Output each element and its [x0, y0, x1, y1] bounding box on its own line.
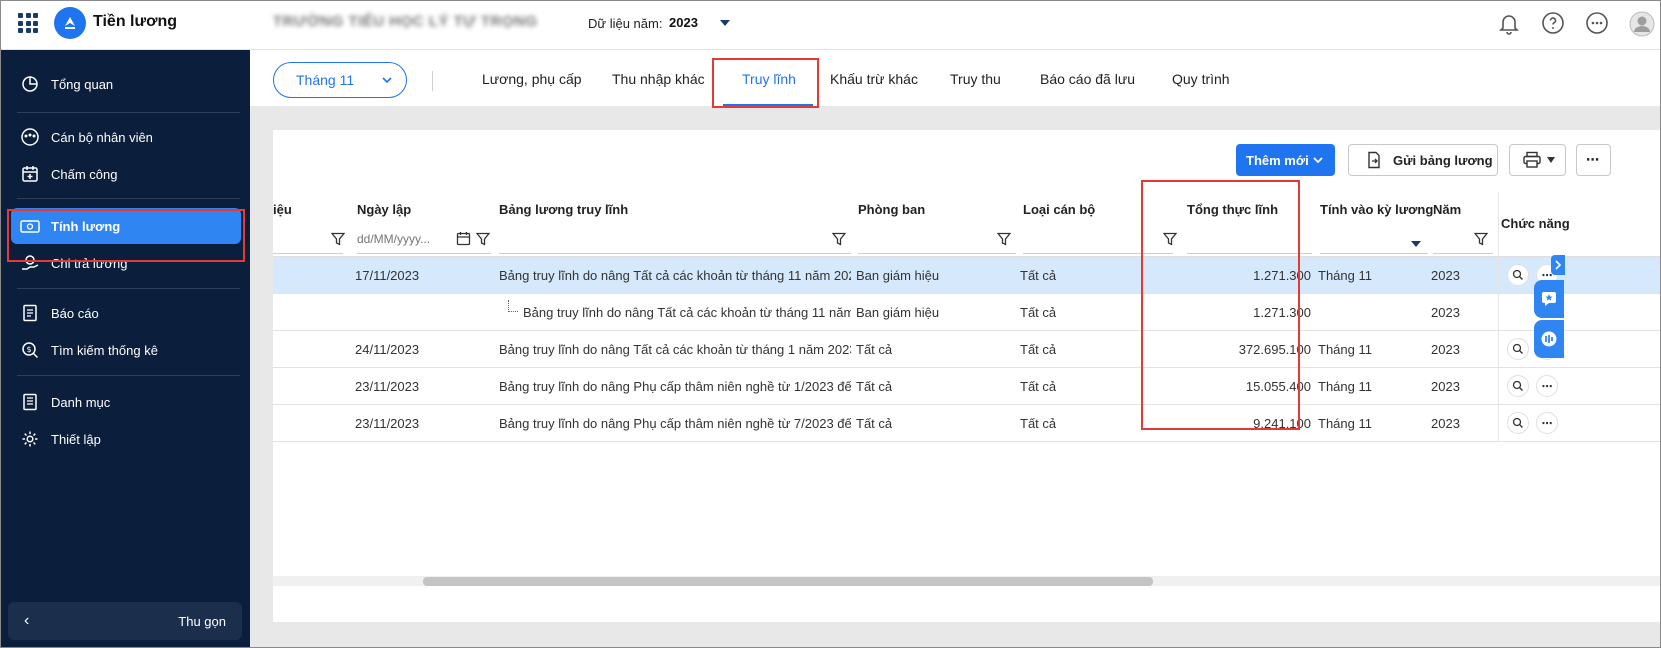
- table-row[interactable]: Bảng truy lĩnh do nâng Tất cả các khoản …: [273, 294, 1660, 331]
- list-icon: [19, 391, 41, 413]
- view-button[interactable]: [1507, 375, 1529, 397]
- sidebar-divider: [17, 288, 240, 289]
- table-row[interactable]: 17/11/2023 Bảng truy lĩnh do nâng Tất cả…: [273, 257, 1660, 294]
- table-row[interactable]: 23/11/2023 Bảng truy lĩnh do nâng Phụ cấ…: [273, 368, 1660, 405]
- tab-khau-tru-khac[interactable]: Khấu trừ khác: [830, 71, 918, 87]
- tab-separator: [432, 71, 433, 91]
- filter-icon[interactable]: [330, 232, 346, 249]
- view-button[interactable]: [1507, 264, 1529, 286]
- sidebar: Tổng quan Cán bộ nhân viên Chấm công Tín…: [1, 50, 250, 647]
- active-tab-highlight: [712, 58, 819, 108]
- sidebar-item-tong-quan[interactable]: Tổng quan: [11, 66, 241, 102]
- view-button[interactable]: [1507, 412, 1529, 434]
- print-button[interactable]: [1509, 144, 1566, 176]
- sidebar-divider: [17, 198, 240, 199]
- column-header-actions: Chức năng: [1501, 216, 1570, 231]
- filter-icon[interactable]: [996, 232, 1012, 249]
- tab-thu-nhap-khac[interactable]: Thu nhập khác: [612, 71, 705, 87]
- scrollbar-thumb[interactable]: [423, 577, 1153, 586]
- calendar-icon[interactable]: [456, 231, 471, 249]
- more-options-button[interactable]: ⋯: [1576, 144, 1611, 176]
- add-new-button[interactable]: Thêm mới: [1236, 144, 1335, 176]
- sidebar-item-danh-muc[interactable]: Danh mục: [11, 384, 241, 420]
- date-filter-input[interactable]: [357, 232, 447, 246]
- caret-down-icon[interactable]: [719, 16, 731, 31]
- table-panel: Thêm mới Gửi bảng lương ⋯ iệu Ngày lập B…: [273, 130, 1660, 622]
- caret-down-icon: [1546, 156, 1556, 164]
- sidebar-item-thiet-lap[interactable]: Thiết lập: [11, 421, 241, 457]
- bell-icon[interactable]: [1497, 11, 1521, 35]
- row-more-button[interactable]: ⋯: [1536, 412, 1558, 434]
- main-content: Tháng 11 Lương, phụ cấp Thu nhập khác Tr…: [250, 50, 1660, 647]
- calendar-plus-icon: [19, 163, 41, 185]
- sidebar-item-bao-cao[interactable]: Báo cáo: [11, 295, 241, 331]
- tab-truy-thu[interactable]: Truy thu: [950, 71, 1001, 87]
- sidebar-item-tim-kiem[interactable]: $ Tìm kiếm thống kê: [11, 332, 241, 368]
- sidebar-item-cham-cong[interactable]: Chấm công: [11, 156, 241, 192]
- column-header-dept: Phòng ban: [858, 202, 926, 217]
- table-row[interactable]: 23/11/2023 Bảng truy lĩnh do nâng Phụ cấ…: [273, 405, 1660, 442]
- sidebar-item-label: Chấm công: [51, 166, 118, 182]
- collapse-sidebar-button[interactable]: ‹ Thu gọn: [8, 602, 242, 640]
- printer-icon: [1522, 151, 1542, 169]
- app-grid-icon[interactable]: [18, 13, 38, 33]
- active-item-highlight: [7, 209, 245, 262]
- filter-icon[interactable]: [1473, 232, 1489, 249]
- sidebar-item-label: Cán bộ nhân viên: [51, 129, 153, 145]
- chevron-left-icon: ‹: [24, 612, 30, 629]
- filter-icon[interactable]: [831, 232, 847, 249]
- report-icon: [19, 302, 41, 324]
- sidebar-item-can-bo[interactable]: Cán bộ nhân viên: [11, 119, 241, 155]
- tab-bar: Tháng 11 Lương, phụ cấp Thu nhập khác Tr…: [250, 50, 1660, 108]
- send-payroll-button[interactable]: Gửi bảng lương: [1348, 144, 1498, 176]
- total-column-highlight: [1141, 180, 1300, 430]
- team-icon: [19, 126, 41, 148]
- column-divider: [1498, 192, 1499, 442]
- tree-connector: [508, 300, 518, 312]
- app-title: Tiền lương: [93, 13, 177, 30]
- sidebar-divider: [17, 112, 240, 113]
- row-more-button[interactable]: ⋯: [1536, 375, 1558, 397]
- tab-luong-phu-cap[interactable]: Lương, phụ cấp: [482, 71, 582, 87]
- sidebar-item-label: Tổng quan: [51, 76, 114, 92]
- expand-right-icon[interactable]: [1551, 255, 1565, 275]
- gear-icon: [19, 428, 41, 450]
- send-document-icon: [1365, 151, 1383, 169]
- month-select[interactable]: Tháng 11: [273, 62, 407, 98]
- more-icon[interactable]: [1585, 11, 1609, 35]
- chevron-down-icon: [1311, 153, 1325, 170]
- svg-text:$: $: [26, 345, 31, 354]
- column-header-name: Bảng lương truy lĩnh: [499, 202, 629, 217]
- support-chat-icon[interactable]: [1534, 320, 1564, 358]
- tab-quy-trinh[interactable]: Quy trình: [1172, 71, 1230, 87]
- caret-down-icon[interactable]: [1410, 236, 1422, 251]
- app-logo: [54, 7, 86, 39]
- top-bar: Tiền lương TRƯỜNG TIỂU HỌC LÝ TỰ TRỌNG D…: [1, 1, 1660, 50]
- sidebar-item-label: Thiết lập: [51, 431, 101, 447]
- tab-bao-cao-da-luu[interactable]: Báo cáo đã lưu: [1040, 71, 1135, 87]
- year-select[interactable]: 2023: [669, 15, 698, 30]
- school-name: TRƯỜNG TIỂU HỌC LÝ TỰ TRỌNG: [273, 13, 538, 30]
- year-label: Dữ liệu năm:: [588, 16, 663, 31]
- avatar-icon[interactable]: [1629, 11, 1655, 37]
- view-button[interactable]: [1507, 338, 1529, 360]
- more-icon: ⋯: [1586, 152, 1600, 167]
- sidebar-item-label: Danh mục: [51, 394, 111, 410]
- pie-chart-icon: [19, 73, 41, 95]
- table-row[interactable]: 24/11/2023 Bảng truy lĩnh do nâng Tất cả…: [273, 331, 1660, 368]
- sidebar-item-label: Báo cáo: [51, 305, 99, 321]
- sidebar-item-label: Tìm kiếm thống kê: [51, 342, 158, 358]
- chevron-down-icon: [380, 73, 394, 90]
- search-dollar-icon: $: [19, 339, 41, 361]
- filter-icon[interactable]: [475, 232, 491, 249]
- feedback-star-icon[interactable]: [1534, 280, 1564, 318]
- sidebar-divider: [17, 375, 240, 376]
- help-icon[interactable]: [1541, 11, 1565, 35]
